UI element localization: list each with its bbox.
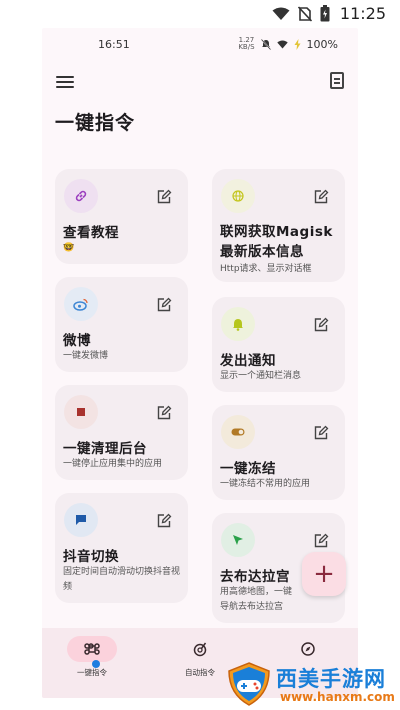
card-title: 去布达拉宫 [220,569,290,585]
edit-icon[interactable] [156,297,172,313]
home-indicator-dot [92,660,100,668]
nav-label: 一键指令 [77,668,107,677]
card-description: 一键发微博 [63,351,109,361]
toggle-icon [221,415,255,449]
watermark: 西美手游网 www.hanxm.com [226,660,400,710]
add-command-button[interactable]: + [302,552,346,596]
gamepad-shield-logo-icon [228,662,270,706]
card-notify[interactable]: 发出通知 显示一个通知栏消息 [212,297,345,392]
system-status-icons [272,5,330,22]
document-icon [334,78,340,80]
wifi-icon [272,7,290,20]
watermark-url: www.hanxm.com [280,690,395,704]
card-title: 查看教程 [63,225,119,241]
network-speed: 1.27 KB/S [238,37,254,51]
navigation-arrow-icon [221,523,255,557]
compass-icon [301,642,315,656]
timer-target-icon [193,642,207,657]
card-description: 用高德地图，一键导航去布达拉宫 [220,587,293,612]
nav-pill [175,636,225,662]
card-description: 固定时间自动滑动切换抖音视频 [63,567,181,592]
command-icon [84,643,100,655]
document-line [334,82,340,84]
hamburger-line [56,86,74,88]
page-title: 一键指令 [55,112,136,134]
card-freeze[interactable]: 一键冻结 一键冻结不常用的应用 [212,405,345,500]
card-title: 发出通知 [220,353,276,369]
globe-icon [221,179,255,213]
card-title: 联网获取Magisk最新版本信息 [220,224,333,260]
system-status-bar: 11:25 [0,0,400,30]
document-button[interactable] [330,72,344,89]
network-speed-unit: KB/S [238,43,255,51]
nav-pill [283,636,333,662]
hamburger-menu-icon [56,76,74,78]
card-title: 微博 [63,333,91,349]
edit-icon[interactable] [313,425,329,441]
app-clock: 16:51 [98,38,130,51]
app-screen: 16:51 1.27 KB/S 100% 一键指令 查看教程 🤓 微博 一键发微… [42,28,358,698]
card-description: 显示一个通知栏消息 [220,371,302,381]
bell-off-icon [260,38,271,50]
link-icon [64,179,98,213]
battery-charging-icon [320,5,330,22]
wifi-small-icon [276,40,288,48]
edit-icon[interactable] [156,189,172,205]
app-status-bar: 16:51 1.27 KB/S 100% [42,28,358,58]
edit-icon[interactable] [156,405,172,421]
edit-icon[interactable] [313,189,329,205]
weibo-icon [64,287,98,321]
card-description: 一键停止应用集中的应用 [63,459,163,469]
card-douyin[interactable]: 抖音切换 固定时间自动滑动切换抖音视频 [55,493,188,603]
app-status-icons: 1.27 KB/S 100% [238,37,338,51]
card-title: 抖音切换 [63,549,119,565]
bell-icon [221,307,255,341]
edit-icon[interactable] [156,513,172,529]
card-title: 一键清理后台 [63,441,147,457]
no-sim-icon [298,5,312,22]
card-description: 一键冻结不常用的应用 [220,479,311,489]
card-description: 🤓 [63,243,75,253]
nav-pill-active [67,636,117,662]
chat-bubble-icon [64,503,98,537]
stop-square-icon [64,395,98,429]
card-description: Http请求、显示对话框 [220,264,312,274]
hamburger-line [56,81,74,83]
watermark-name: 西美手游网 [276,667,386,691]
edit-icon[interactable] [313,533,329,549]
card-clean[interactable]: 一键清理后台 一键停止应用集中的应用 [55,385,188,480]
card-weibo[interactable]: 微博 一键发微博 [55,277,188,372]
battery-percent: 100% [306,37,338,51]
card-magisk[interactable]: 联网获取Magisk最新版本信息 Http请求、显示对话框 [212,169,345,282]
system-clock: 11:25 [339,4,386,23]
card-tutorial[interactable]: 查看教程 🤓 [55,169,188,264]
card-title: 一键冻结 [220,461,276,477]
menu-button[interactable] [56,74,74,90]
edit-icon[interactable] [313,317,329,333]
battery-bolt-icon [294,38,301,50]
